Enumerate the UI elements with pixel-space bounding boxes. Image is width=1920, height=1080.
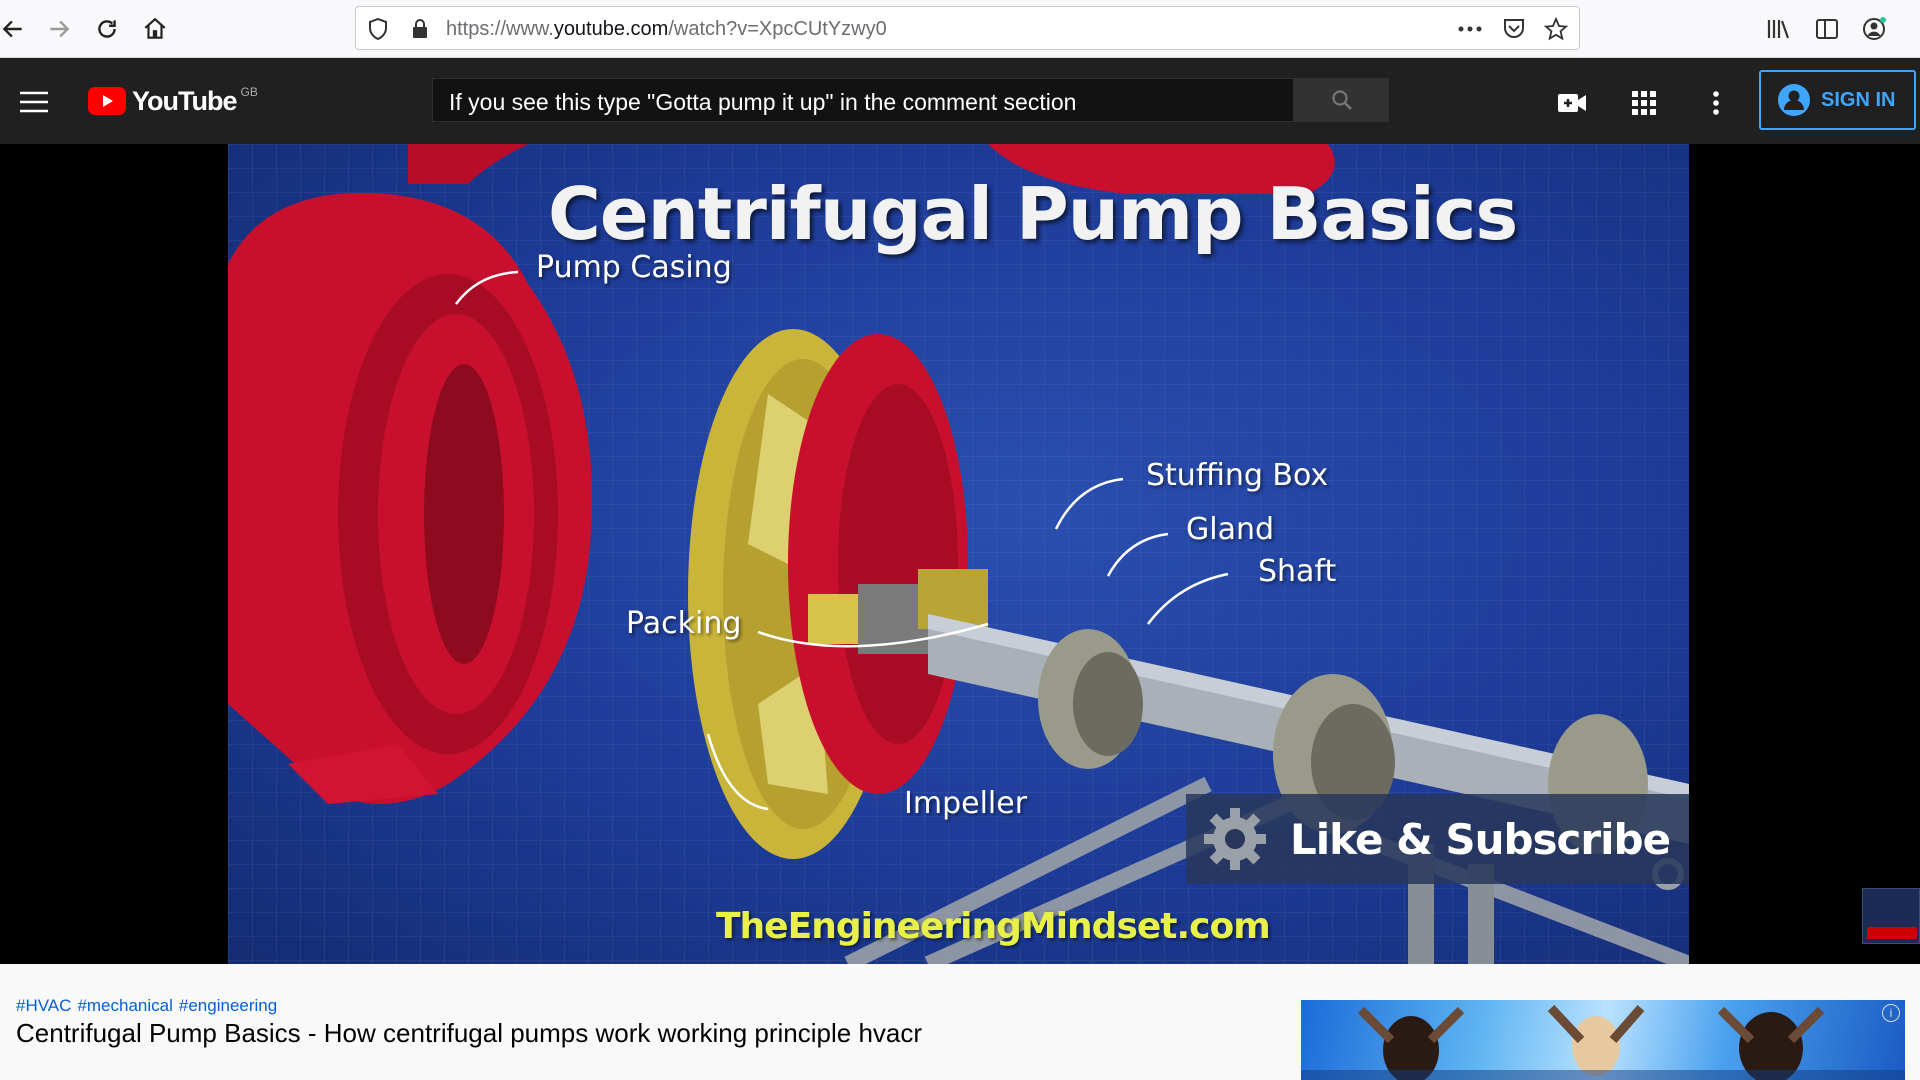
url-text[interactable]: https://www.youtube.com/watch?v=XpcCUtYz… bbox=[446, 18, 887, 41]
youtube-logo[interactable]: YouTube GB bbox=[88, 84, 258, 118]
sidebar-toggle-icon[interactable] bbox=[1808, 10, 1846, 48]
home-icon[interactable] bbox=[136, 10, 174, 48]
video-overlay-title: Centrifugal Pump Basics bbox=[548, 172, 1518, 256]
label-impeller: Impeller bbox=[904, 786, 1028, 821]
address-bar[interactable]: https://www.youtube.com/watch?v=XpcCUtYz… bbox=[355, 6, 1580, 50]
search-icon bbox=[1331, 90, 1352, 110]
pocket-icon[interactable] bbox=[1500, 15, 1528, 43]
youtube-masthead: YouTube GB If you see this type "Gotta p… bbox=[0, 58, 1920, 144]
label-shaft: Shaft bbox=[1258, 554, 1337, 589]
sign-in-label: SIGN IN bbox=[1821, 88, 1896, 111]
hashtag-link[interactable]: #engineering bbox=[179, 996, 277, 1015]
search-input[interactable]: If you see this type "Gotta pump it up" … bbox=[432, 78, 1294, 122]
like-subscribe-banner: Like & Subscribe bbox=[1186, 794, 1689, 884]
sign-in-button[interactable]: SIGN IN bbox=[1759, 70, 1916, 130]
create-video-icon[interactable] bbox=[1552, 83, 1592, 123]
more-options-icon[interactable] bbox=[1456, 15, 1484, 43]
gear-icon bbox=[1204, 808, 1266, 870]
search-button[interactable] bbox=[1294, 78, 1389, 122]
shield-icon[interactable] bbox=[364, 15, 392, 43]
hashtag-link[interactable]: #HVAC bbox=[16, 996, 71, 1015]
back-arrow-icon[interactable] bbox=[0, 10, 32, 48]
video-frame[interactable]: Centrifugal Pump Basics Pump Casing Stuf… bbox=[228, 144, 1689, 964]
youtube-play-icon bbox=[88, 87, 126, 115]
search-query-text: If you see this type "Gotta pump it up" … bbox=[449, 89, 1077, 115]
apps-grid-icon[interactable] bbox=[1624, 83, 1664, 123]
channel-website-text: TheEngineeringMindset.com bbox=[716, 906, 1271, 947]
browser-toolbar: https://www.youtube.com/watch?v=XpcCUtYz… bbox=[0, 0, 1920, 58]
account-icon[interactable] bbox=[1856, 10, 1894, 48]
like-subscribe-text: Like & Subscribe bbox=[1290, 814, 1671, 864]
region-code: GB bbox=[240, 85, 258, 99]
reload-icon[interactable] bbox=[88, 10, 126, 48]
user-avatar-icon bbox=[1778, 84, 1810, 116]
lock-icon[interactable] bbox=[406, 15, 434, 43]
ad-thumbnail[interactable] bbox=[1301, 1000, 1905, 1080]
youtube-wordmark: YouTube bbox=[132, 85, 237, 116]
bookmark-star-icon[interactable] bbox=[1542, 15, 1570, 43]
hashtag-list: #HVAC #mechanical #engineering bbox=[16, 996, 283, 1016]
label-pump-casing: Pump Casing bbox=[536, 250, 732, 285]
ad-image bbox=[1301, 1004, 1905, 1080]
video-title: Centrifugal Pump Basics - How centrifuga… bbox=[16, 1018, 923, 1048]
watermark-subscribe-badge bbox=[1867, 927, 1917, 939]
label-gland: Gland bbox=[1186, 512, 1275, 547]
video-player[interactable]: Centrifugal Pump Basics Pump Casing Stuf… bbox=[0, 144, 1920, 964]
menu-icon[interactable] bbox=[14, 82, 54, 122]
library-icon[interactable] bbox=[1760, 10, 1798, 48]
label-packing: Packing bbox=[626, 606, 742, 641]
settings-dots-icon[interactable] bbox=[1696, 83, 1736, 123]
label-stuffing-box: Stuffing Box bbox=[1146, 458, 1329, 493]
hashtag-link[interactable]: #mechanical bbox=[77, 996, 172, 1015]
video-info-section: #HVAC #mechanical #engineering Centrifugal… bbox=[0, 964, 1920, 1080]
channel-watermark[interactable] bbox=[1862, 888, 1920, 944]
ad-info-icon[interactable]: i bbox=[1882, 1004, 1900, 1022]
forward-arrow-icon[interactable] bbox=[40, 10, 78, 48]
